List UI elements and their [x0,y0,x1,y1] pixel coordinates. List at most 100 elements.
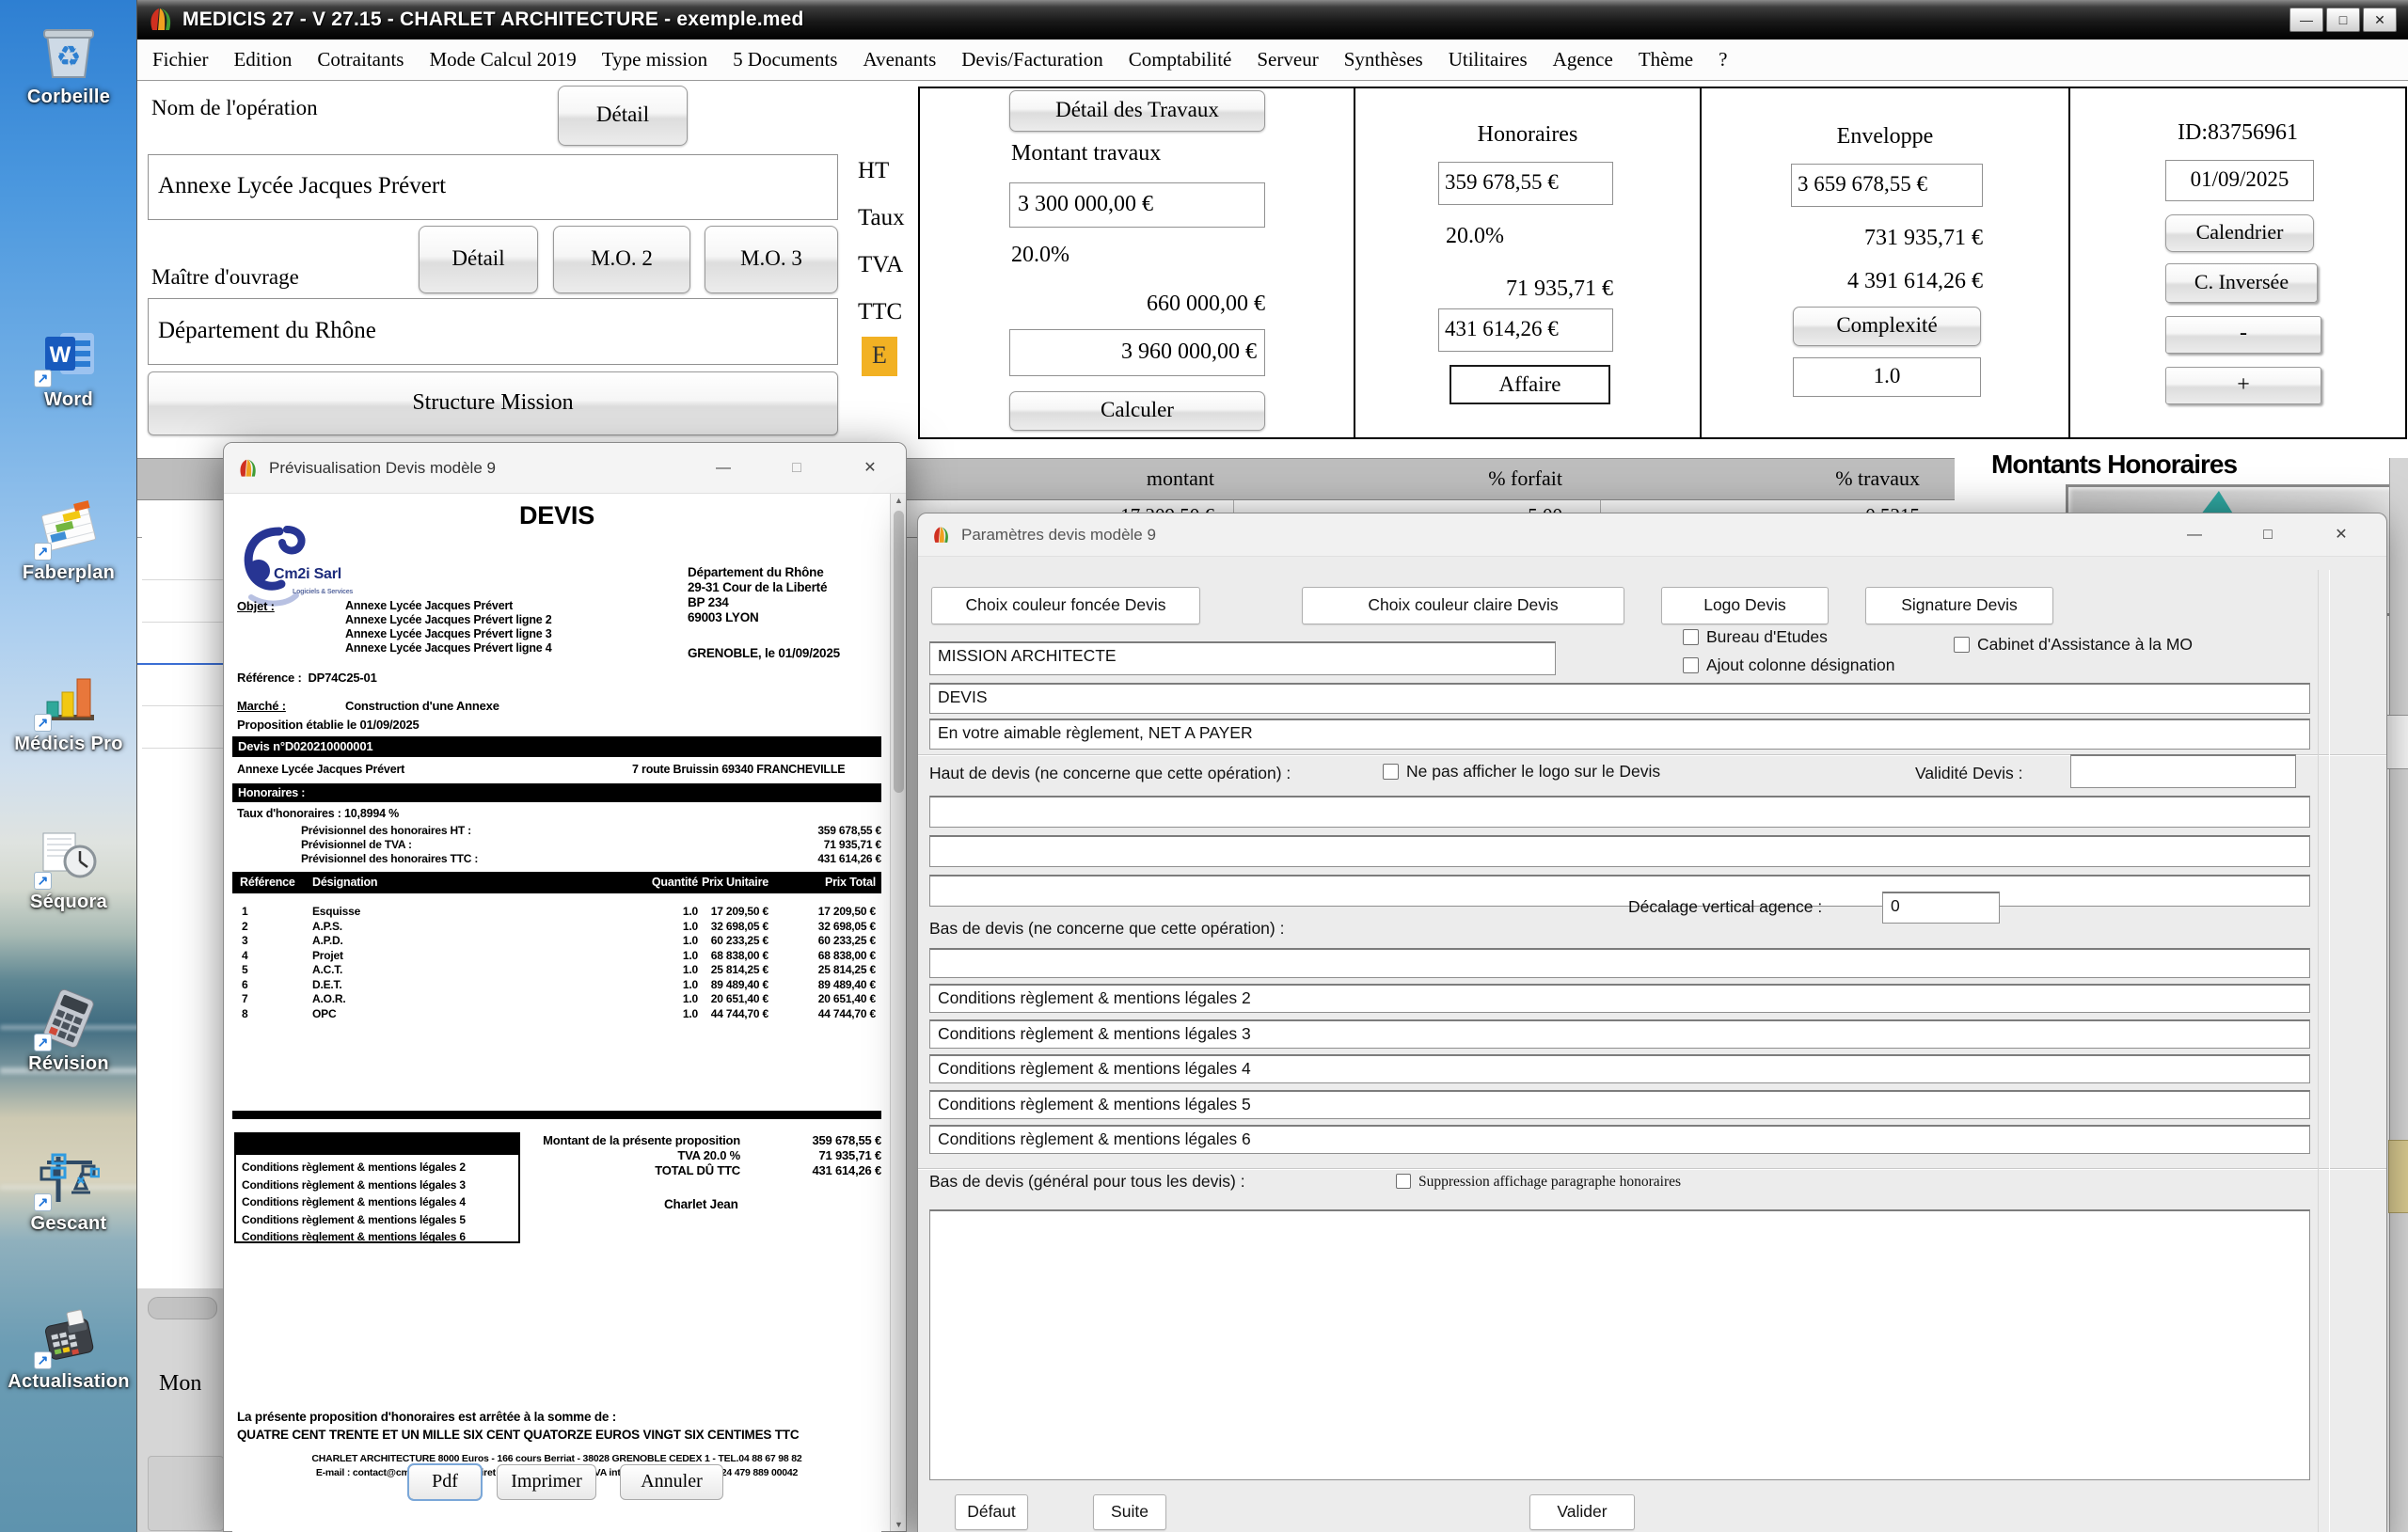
condition-input[interactable]: Conditions règlement & mentions légales … [929,1125,2310,1154]
haut-devis-line3-input[interactable] [929,875,2310,907]
partial-tan-element[interactable] [2388,1140,2408,1213]
bas-general-textarea[interactable] [929,1209,2310,1480]
detail-travaux-button[interactable]: Détail des Travaux [1009,90,1265,132]
honoraires-ht-input[interactable]: 359 678,55 € [1438,162,1613,205]
menu-item-mode-calcul[interactable]: Mode Calcul 2019 [429,48,576,71]
ajout-colonne-label: Ajout colonne désignation [1706,655,1894,675]
params-minimize-button[interactable]: — [2180,523,2209,547]
preview-minimize-button[interactable]: — [709,456,737,481]
params-title-bar[interactable]: Paramètres devis modèle 9 — □ ✕ [918,513,2386,557]
condition-line: Conditions règlement & mentions légales … [242,1228,513,1246]
menu-item-devis-facturation[interactable]: Devis/Facturation [961,48,1102,71]
date-input[interactable]: 01/09/2025 [2165,160,2314,201]
params-close-button[interactable]: ✕ [2327,523,2355,547]
desktop-icon-medicis-pro[interactable]: ↗ Médicis Pro [6,668,132,755]
menu-item-syntheses[interactable]: Synthèses [1344,48,1423,71]
annuler-button[interactable]: Annuler [620,1464,723,1500]
bas-general-label: Bas de devis (général pour tous les devi… [929,1172,1245,1192]
menu-item-theme[interactable]: Thème [1639,48,1693,71]
suite-button[interactable]: Suite [1093,1494,1166,1530]
suppression-checkbox[interactable] [1396,1174,1411,1189]
scroll-up-icon[interactable]: ▲ [895,496,903,505]
client-address-block: Département du Rhône 29-31 Cour de la Li… [688,565,827,625]
calculer-button[interactable]: Calculer [1009,391,1265,431]
owner-input[interactable]: Département du Rhône [148,298,838,365]
operation-detail-button[interactable]: Détail [558,86,688,146]
minimize-button[interactable]: — [2289,8,2323,32]
menu-item-cotraitants[interactable]: Cotraitants [317,48,404,71]
main-vertical-scrollbar[interactable] [2389,458,2408,1532]
defaut-button[interactable]: Défaut [955,1494,1028,1530]
enveloppe-ht-input[interactable]: 3 659 678,55 € [1791,164,1983,207]
no-logo-checkbox[interactable] [1383,764,1399,780]
desktop-icon-revision[interactable]: ↗ Révision [6,987,132,1075]
desktop-icon-faberplan[interactable]: ↗ Faberplan [6,497,132,584]
ajout-colonne-checkbox[interactable] [1683,657,1699,673]
imprimer-button[interactable]: Imprimer [497,1464,596,1500]
preview-close-button[interactable]: ✕ [856,456,884,481]
pdf-button[interactable]: Pdf [408,1464,482,1500]
mo2-button[interactable]: M.O. 2 [553,226,690,293]
devis-label-input[interactable]: DEVIS [929,683,2310,714]
increment-button[interactable]: + [2165,367,2321,404]
close-button[interactable]: ✕ [2363,8,2397,32]
c-inversee-button[interactable]: C. Inversée [2165,263,2318,303]
cabinet-assistance-checkbox[interactable] [1954,637,1970,653]
bureau-etudes-checkbox[interactable] [1683,629,1699,645]
signature-devis-button[interactable]: Signature Devis [1865,587,2053,624]
menu-item-documents[interactable]: 5 Documents [733,48,837,71]
condition-input[interactable]: Conditions règlement & mentions légales … [929,1019,2310,1049]
haut-devis-line2-input[interactable] [929,835,2310,867]
condition-input[interactable]: Conditions règlement & mentions légales … [929,1090,2310,1119]
menu-item-fichier[interactable]: Fichier [152,48,208,71]
menu-item-agence[interactable]: Agence [1553,48,1613,71]
menu-item-serveur[interactable]: Serveur [1257,48,1318,71]
menu-item-comptabilite[interactable]: Comptabilité [1129,48,1232,71]
items-table-header: Référence Désignation Quantité Prix Unit… [232,872,881,893]
params-dialog: Paramètres devis modèle 9 — □ ✕ Choix co… [917,513,2387,1532]
operation-name-input[interactable]: Annexe Lycée Jacques Prévert [148,154,838,220]
menu-item-help[interactable]: ? [1719,48,1727,71]
scrollbar-piece[interactable] [148,1297,217,1319]
complexite-input[interactable]: 1.0 [1793,357,1981,397]
desktop-icon-corbeille[interactable]: ♻ Corbeille [6,21,132,108]
decalage-input[interactable]: 0 [1882,892,2000,924]
choix-couleur-foncee-button[interactable]: Choix couleur foncée Devis [931,587,1200,624]
main-title-bar[interactable]: MEDICIS 27 - V 27.15 - CHARLET ARCHITECT… [137,0,2408,39]
calendrier-button[interactable]: Calendrier [2165,214,2314,252]
desktop-icon-actualisation[interactable]: ↗ Actualisation [6,1305,132,1393]
mission-input[interactable]: MISSION ARCHITECTE [929,641,1556,675]
maximize-button[interactable]: □ [2326,8,2360,32]
menu-item-edition[interactable]: Edition [233,48,292,71]
decrement-button[interactable]: - [2165,316,2321,354]
travaux-ttc-input[interactable]: 3 960 000,00 € [1009,329,1265,376]
condition-input[interactable]: Conditions règlement & mentions légales … [929,984,2310,1013]
honoraires-ttc-input[interactable]: 431 614,26 € [1438,308,1613,352]
desktop-icon-word[interactable]: W ↗ Word [6,324,132,411]
affaire-button[interactable]: Affaire [1450,365,1610,404]
haut-devis-line1-input[interactable] [929,796,2310,828]
mo3-button[interactable]: M.O. 3 [705,226,838,293]
choix-couleur-claire-button[interactable]: Choix couleur claire Devis [1302,587,1624,624]
owner-detail-button[interactable]: Détail [419,226,538,293]
montant-travaux-input[interactable]: 3 300 000,00 € [1009,182,1265,228]
preview-title-bar[interactable]: Prévisualisation Devis modèle 9 — □ ✕ [224,443,906,494]
desktop-icon-gescant[interactable]: ↗ Gescant [6,1147,132,1235]
bas-devis-line1-input[interactable] [929,948,2310,978]
menu-item-type-mission[interactable]: Type mission [602,48,707,71]
scroll-down-icon[interactable]: ▼ [895,1520,903,1529]
preview-maximize-button[interactable]: □ [783,456,811,481]
valider-button[interactable]: Valider [1529,1494,1635,1530]
structure-mission-button[interactable]: Structure Mission [148,371,838,435]
preview-scrollbar[interactable]: ▲ ▼ [890,494,906,1531]
desktop-icon-sequora[interactable]: ↗ Séquora [6,826,132,913]
menu-item-avenants[interactable]: Avenants [863,48,936,71]
menu-item-utilitaires[interactable]: Utilitaires [1449,48,1528,71]
logo-devis-button[interactable]: Logo Devis [1661,587,1829,624]
partial-button[interactable] [148,1456,224,1531]
params-maximize-button[interactable]: □ [2254,523,2282,547]
condition-input[interactable]: Conditions règlement & mentions légales … [929,1054,2310,1083]
complexite-button[interactable]: Complexité [1793,307,1981,346]
reglement-input[interactable]: En votre aimable règlement, NET A PAYER [929,719,2310,750]
validite-devis-input[interactable] [2070,754,2296,788]
